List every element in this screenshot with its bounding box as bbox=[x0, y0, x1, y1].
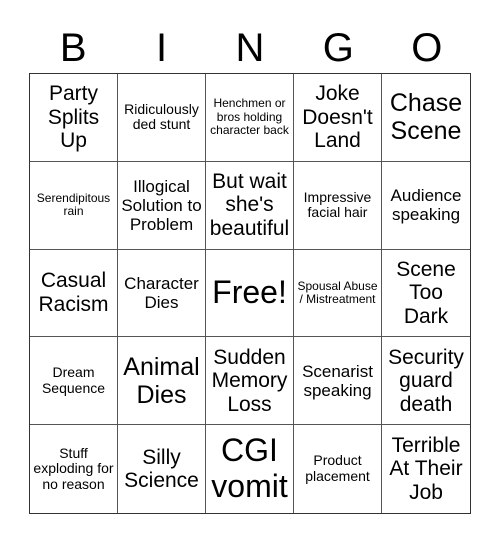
bingo-cell[interactable]: Casual Racism bbox=[30, 249, 118, 338]
bingo-cell[interactable]: Chase Scene bbox=[382, 74, 470, 162]
bingo-cell[interactable]: Audience speaking bbox=[382, 162, 470, 250]
bingo-header: B I N G O bbox=[29, 22, 471, 74]
header-letter-n: N bbox=[235, 26, 265, 70]
bingo-grid: Party Splits Up Ridiculously ded stunt H… bbox=[29, 73, 471, 514]
bingo-cell[interactable]: Dream Sequence bbox=[30, 337, 118, 426]
bingo-cell[interactable]: Impressive facial hair bbox=[294, 161, 382, 250]
bingo-cell[interactable]: Security guard death bbox=[382, 337, 470, 426]
bingo-cell[interactable]: Serendipitous rain bbox=[30, 161, 118, 250]
header-letter-b: B bbox=[59, 26, 87, 70]
bingo-cell[interactable]: Ridiculously ded stunt bbox=[118, 74, 206, 162]
bingo-cell-free[interactable]: Free! bbox=[206, 249, 294, 338]
bingo-cell[interactable]: Spousal Abuse / Mistreatment bbox=[294, 249, 382, 338]
bingo-cell[interactable]: Character Dies bbox=[118, 249, 206, 338]
header-letter-o: O bbox=[411, 26, 443, 70]
bingo-cell[interactable]: Product placement bbox=[294, 425, 382, 513]
bingo-cell[interactable]: Sudden Memory Loss bbox=[206, 337, 294, 426]
bingo-cell[interactable]: Joke Doesn't Land bbox=[294, 74, 382, 162]
bingo-cell[interactable]: But wait she's beautiful bbox=[206, 161, 294, 250]
bingo-cell[interactable]: Henchmen or bros holding character back bbox=[206, 74, 294, 162]
bingo-cell[interactable]: Party Splits Up bbox=[30, 74, 118, 162]
bingo-cell[interactable]: CGI vomit bbox=[206, 425, 294, 513]
bingo-cell[interactable]: Terrible At Their Job bbox=[382, 425, 470, 513]
bingo-cell[interactable]: Illogical Solution to Problem bbox=[118, 161, 206, 250]
bingo-cell[interactable]: Stuff exploding for no reason bbox=[30, 425, 118, 513]
bingo-cell[interactable]: Scene Too Dark bbox=[382, 250, 470, 338]
bingo-cell[interactable]: Scenarist speaking bbox=[294, 337, 382, 426]
bingo-cell[interactable]: Silly Science bbox=[118, 425, 206, 513]
header-letter-i: I bbox=[156, 26, 168, 70]
header-letter-g: G bbox=[322, 26, 354, 70]
bingo-cell[interactable]: Animal Dies bbox=[118, 337, 206, 426]
